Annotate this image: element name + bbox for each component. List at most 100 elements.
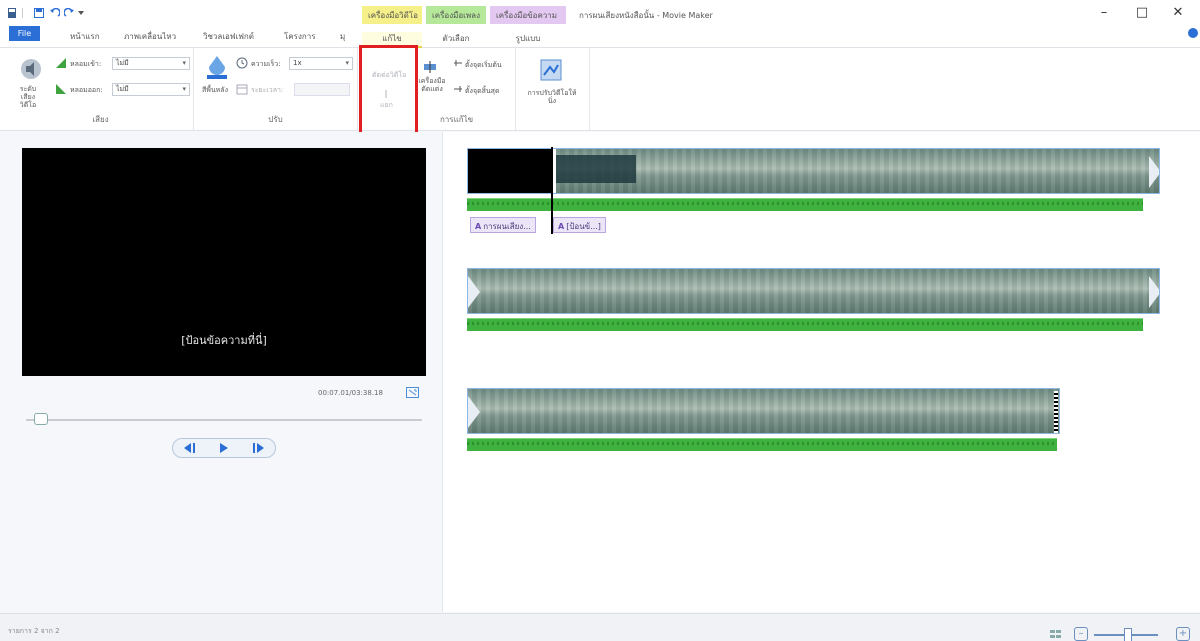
help-icon[interactable] — [1188, 28, 1198, 38]
video-frames-strip — [556, 149, 1159, 193]
storyboard-view-icon[interactable] — [1050, 629, 1062, 639]
window-title: การผนเสียงหนังสือนั้น - Movie Maker — [579, 11, 713, 20]
caption-chip-2[interactable]: A [ป้อนข้...] — [553, 217, 606, 233]
duration-dropdown[interactable] — [294, 83, 350, 96]
clip-start-marker — [468, 276, 480, 308]
adjust-group-label: ปรับ — [268, 115, 283, 124]
next-frame-button[interactable] — [241, 439, 275, 457]
maximize-button[interactable]: □ — [1130, 5, 1154, 21]
playback-controls — [172, 438, 276, 458]
preview-pane: [ป้อนข้อความที่นี่] 00:07.01/03:38.18 — [0, 132, 442, 612]
timeline-clip-row-2[interactable] — [467, 268, 1160, 314]
black-title-clip[interactable] — [468, 149, 552, 193]
speed-value: 1x — [293, 59, 302, 67]
set-end-button[interactable]: ตั้งจุดสิ้นสุด — [465, 86, 500, 97]
audio-group-label: เสียง — [92, 115, 109, 124]
fade-in-value: ไม่มี — [116, 59, 129, 67]
fullscreen-icon[interactable] — [406, 387, 419, 398]
storyboard-timeline: A การผนเสียง... A [ป้อนข้...] — [443, 132, 1200, 612]
tab-project[interactable]: โครงการ — [284, 30, 315, 43]
video-stabilization-button[interactable]: การปรับวิดีโอให้นิ่ง — [524, 89, 580, 105]
context-tab-video-tools: เครื่องมือวิดีโอ — [362, 6, 422, 24]
clip-start-marker — [468, 396, 480, 428]
play-icon — [220, 443, 228, 453]
background-color-icon[interactable] — [206, 55, 228, 79]
audio-track-row-1[interactable] — [467, 198, 1143, 211]
save-icon[interactable] — [34, 8, 44, 18]
duration-label: ระยะเวลา: — [251, 86, 284, 94]
chevron-down-icon: ▾ — [345, 59, 349, 67]
context-tab-music-tools: เครื่องมือเพลง — [426, 6, 486, 24]
timeline-clip-row-1[interactable] — [467, 148, 1160, 194]
caption-chip-2-label: [ป้อนข้...] — [566, 222, 601, 231]
video-thumbnail — [556, 155, 636, 183]
previous-frame-button[interactable] — [173, 439, 207, 457]
video-frames-strip — [468, 269, 1159, 313]
seek-bar[interactable] — [26, 419, 422, 421]
minimize-button[interactable]: – — [1092, 5, 1116, 21]
ribbon-group-adjust: สีพื้นหลัง ความเร็ว: 1x ▾ ระยะเวลา: ปรับ — [194, 48, 358, 131]
seek-slider-thumb[interactable] — [33, 413, 48, 425]
tab-animations[interactable]: ภาพเคลื่อนไหว — [124, 30, 176, 43]
chevron-down-icon: ▾ — [182, 85, 186, 93]
tab-visual-effects[interactable]: วิชวลเอฟเฟกต์ — [203, 30, 254, 43]
trim-tool-button[interactable]: เครื่องมือตัดแต่ง — [418, 77, 446, 93]
tab-home[interactable]: หน้าแรก — [70, 30, 100, 43]
separator-icon — [22, 8, 24, 18]
audio-track-row-2[interactable] — [467, 318, 1143, 331]
background-color-button[interactable]: สีพื้นหลัง — [200, 86, 230, 94]
app-icon — [8, 8, 16, 18]
set-start-button[interactable]: ตั้งจุดเริ่มต้น — [465, 60, 502, 71]
chevron-down-icon: ▾ — [182, 59, 186, 67]
caption-chip-1-label: การผนเสียง... — [483, 222, 531, 231]
timeline-clip-row-3[interactable] — [467, 388, 1060, 434]
fade-in-dropdown[interactable]: ไม่มี ▾ — [112, 57, 190, 70]
status-bar: รายการ 2 จาก 2 – + — [0, 613, 1200, 641]
quick-access-dropdown-icon[interactable] — [78, 8, 84, 18]
fade-out-label: หลอมออก: — [70, 86, 103, 94]
ribbon-group-stabilize: การปรับวิดีโอให้นิ่ง — [516, 48, 590, 131]
highlight-annotation-box — [359, 45, 418, 137]
tab-text-format[interactable]: รูปแบบ — [490, 32, 566, 48]
video-stabilization-icon[interactable] — [538, 57, 564, 83]
status-text: รายการ 2 จาก 2 — [8, 627, 60, 635]
duration-icon — [236, 83, 248, 95]
zoom-in-icon[interactable]: + — [1176, 627, 1190, 641]
video-volume-button[interactable]: ระดับเสียงวิดีโอ — [15, 85, 41, 109]
fade-out-dropdown[interactable]: ไม่มี ▾ — [112, 83, 190, 96]
film-edge-marker — [1054, 391, 1058, 433]
caption-a-icon: A — [475, 222, 482, 231]
tab-music-options[interactable]: ตัวเลือก — [426, 32, 486, 48]
undo-icon[interactable] — [50, 8, 60, 18]
ribbon: ระดับเสียงวิดีโอ หลอมเข้า: ไม่มี ▾ หลอมอ… — [0, 48, 1200, 131]
movie-maker-window: เครื่องมือวิดีโอ เครื่องมือเพลง เครื่องม… — [0, 0, 1200, 641]
video-frames-strip — [468, 389, 1059, 433]
tab-view[interactable]: มุ — [340, 30, 345, 43]
zoom-slider-thumb[interactable] — [1124, 628, 1132, 641]
ribbon-tab-row: File หน้าแรก ภาพเคลื่อนไหว วิชวลเอฟเฟกต์… — [0, 24, 1200, 48]
next-frame-icon — [253, 443, 264, 453]
caption-a-icon: A — [558, 222, 565, 231]
audio-track-row-3[interactable] — [467, 438, 1057, 451]
preview-caption-text: [ป้อนข้อความที่นี่] — [181, 334, 267, 347]
fade-in-icon — [55, 57, 67, 69]
trim-tool-icon — [424, 61, 436, 73]
speaker-volume-icon[interactable] — [19, 58, 43, 80]
close-button[interactable]: ✕ — [1166, 5, 1190, 21]
timecode-display: 00:07.01/03:38.18 — [318, 389, 383, 397]
ribbon-group-audio: ระดับเสียงวิดีโอ หลอมเข้า: ไม่มี ▾ หลอมอ… — [8, 48, 194, 131]
fade-in-label: หลอมเข้า: — [70, 60, 102, 68]
context-tab-text-tools: เครื่องมือข้อความ — [490, 6, 566, 24]
play-button[interactable] — [207, 439, 241, 457]
tab-file[interactable]: File — [9, 26, 40, 41]
caption-chip-1[interactable]: A การผนเสียง... — [470, 217, 536, 233]
timeline-playhead[interactable] — [551, 147, 553, 234]
previous-frame-icon — [184, 443, 195, 453]
video-preview-screen: [ป้อนข้อความที่นี่] — [22, 148, 426, 376]
title-bar: เครื่องมือวิดีโอ เครื่องมือเพลง เครื่องม… — [0, 0, 1200, 24]
speed-dropdown[interactable]: 1x ▾ — [289, 57, 353, 70]
set-start-icon — [453, 58, 463, 68]
fade-out-value: ไม่มี — [116, 85, 129, 93]
redo-icon[interactable] — [64, 8, 74, 18]
zoom-out-icon[interactable]: – — [1074, 627, 1088, 641]
